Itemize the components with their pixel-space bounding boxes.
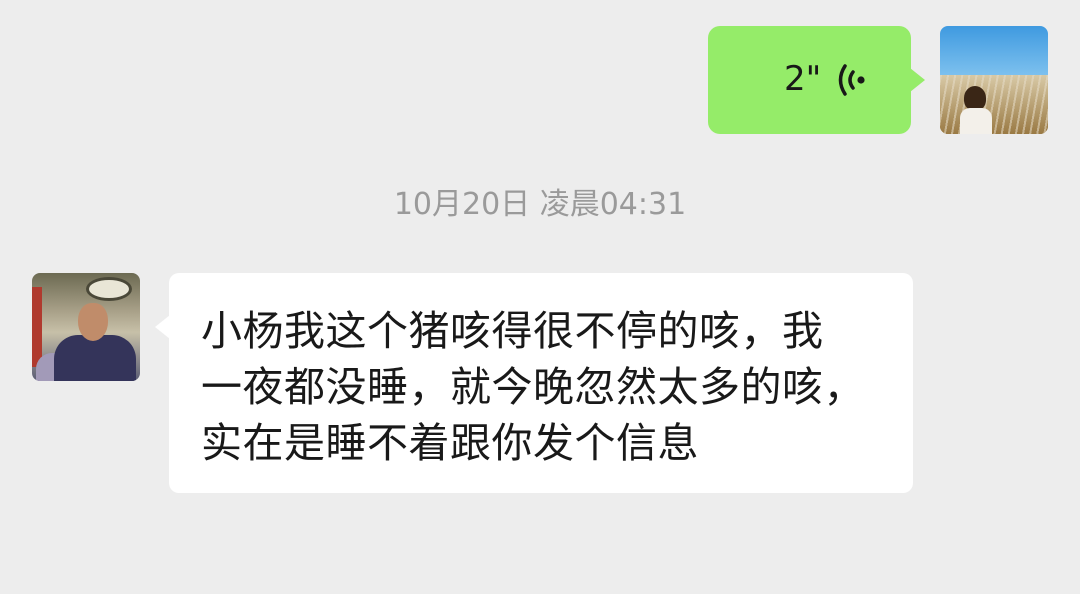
my-avatar[interactable] <box>940 26 1048 134</box>
avatar-background-shelf <box>32 287 42 367</box>
voice-message-bubble[interactable]: 2" <box>708 26 925 134</box>
avatar-man-coat <box>54 335 136 381</box>
message-line-3: 实在是睡不着跟你发个信息 <box>201 419 699 467</box>
text-message-bubble[interactable]: 小杨我这个猪咳得很不停的咳，我 一夜都没睡，就今晚忽然太多的咳， 实在是睡不着跟… <box>155 273 913 493</box>
avatar-man-face <box>78 303 108 341</box>
avatar-child-body <box>960 108 992 134</box>
avatar-grass-background <box>940 74 1048 134</box>
message-line-2: 一夜都没睡，就今晚忽然太多的咳， <box>201 363 865 411</box>
message-timestamp: 10月20日 凌晨04:31 <box>393 187 687 222</box>
avatar-child-figure <box>964 86 986 110</box>
voice-duration: 2" <box>784 59 822 99</box>
message-line-1: 小杨我这个猪咳得很不停的咳，我 <box>201 307 824 355</box>
avatar-background-lamp <box>86 277 132 301</box>
contact-avatar[interactable] <box>32 273 140 381</box>
voice-playback-icon <box>832 60 868 100</box>
